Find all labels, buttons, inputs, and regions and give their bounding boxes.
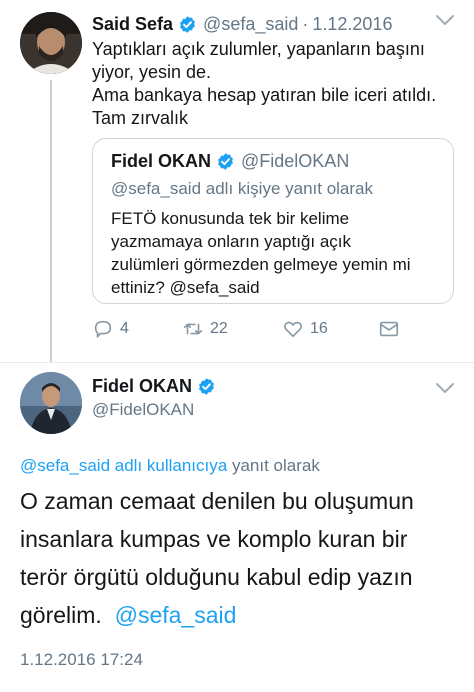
avatar[interactable] [20, 12, 82, 74]
quoted-text-line: FETÖ konusunda tek bir kelime [111, 209, 350, 228]
reply-author-name[interactable]: Fidel OKAN [92, 376, 192, 397]
tweet-date[interactable]: 1.12.2016 [312, 14, 392, 35]
reply-text-line: O zaman cemaat denilen bu oluşumun [20, 488, 414, 514]
reply-text-line-last: görelim. @sefa_said [20, 596, 460, 634]
tweet-header: Said Sefa @sefa_said · 1.12.2016 [92, 12, 392, 36]
tweet-timestamp[interactable]: 1.12.2016 17:24 [20, 650, 143, 670]
quoted-tweet-header: Fidel OKAN @FidelOKAN [111, 151, 349, 172]
heart-icon [284, 321, 302, 338]
reply-bubble-icon [94, 320, 112, 338]
quoted-text-line: ettiniz? @sefa_said [111, 278, 260, 297]
reply-count: 4 [120, 320, 129, 337]
author-name[interactable]: Said Sefa [92, 14, 173, 35]
tweet-text: Yaptıkları açık zulumler, yapanların baş… [92, 38, 462, 130]
retweet-button[interactable]: 22 [182, 318, 228, 340]
quoted-author-handle: @FidelOKAN [241, 151, 350, 171]
tweet-text-line: Tam zırvalık [92, 108, 189, 128]
reply-author-handle[interactable]: @FidelOKAN [92, 400, 194, 420]
mention-link[interactable]: @sefa_said [115, 602, 237, 628]
original-tweet: Said Sefa @sefa_said · 1.12.2016 Yaptıkl… [0, 0, 474, 362]
verified-badge-icon [180, 15, 195, 33]
like-button[interactable]: 16 [282, 318, 328, 340]
verified-badge-icon [199, 378, 214, 395]
avatar-photo-icon [20, 12, 82, 74]
reply-to-mention-link[interactable]: @sefa_said adlı kullanıcıya [20, 456, 227, 475]
envelope-icon [379, 321, 399, 337]
tweet-text-line: Ama bankaya hesap yatıran bile iceri atı… [92, 85, 437, 105]
reply-context: @sefa_said adlı kullanıcıya yanıt olarak [20, 456, 320, 476]
reply-text-line: terör örgütü olduğunu kabul edip yazın [20, 564, 413, 590]
reply-author-header: Fidel OKAN [92, 376, 216, 397]
tweet-text-line: yiyor, yesin de. [92, 62, 212, 82]
verified-badge-icon [218, 153, 233, 170]
divider [0, 362, 474, 363]
retweet-icon [183, 323, 203, 335]
reply-to-suffix: yanıt olarak [231, 456, 320, 475]
quoted-text-line: zulümleri görmezden gelmeye yemin mi [111, 255, 411, 274]
reply-text-fragment: görelim. [20, 602, 102, 628]
like-count: 16 [310, 320, 328, 337]
tweet-actions: 4 22 16 [92, 318, 422, 344]
avatar[interactable] [20, 372, 82, 434]
chevron-down-icon[interactable] [434, 12, 456, 28]
reply-tweet-text: O zaman cemaat denilen bu oluşumun insan… [20, 482, 460, 634]
thread-line [50, 80, 52, 362]
reply-button[interactable]: 4 [92, 318, 129, 340]
quoted-text-line: yazmamaya onların yaptığı açık [111, 232, 352, 251]
tweet-text-line: Yaptıkları açık zulumler, yapanların baş… [92, 39, 425, 59]
direct-message-button[interactable] [378, 318, 406, 340]
retweet-count: 22 [210, 320, 228, 337]
avatar-photo-icon [20, 372, 82, 434]
quoted-author-name: Fidel OKAN [111, 151, 212, 171]
quoted-tweet-text: FETÖ konusunda tek bir kelime yazmamaya … [111, 207, 443, 299]
quoted-tweet[interactable]: Fidel OKAN @FidelOKAN @sefa_said adlı ki… [92, 138, 454, 304]
separator-dot: · [302, 13, 309, 34]
chevron-down-icon[interactable] [434, 380, 456, 396]
reply-text-line: insanlara kumpas ve komplo kuran bir [20, 526, 408, 552]
author-handle[interactable]: @sefa_said [203, 14, 298, 35]
quoted-reply-context: @sefa_said adlı kişiye yanıt olarak [111, 179, 373, 198]
